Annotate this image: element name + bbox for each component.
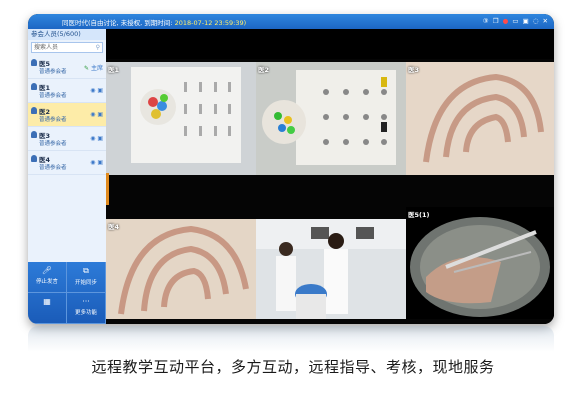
video-label: 医2: [258, 66, 270, 74]
video-frame: [406, 207, 554, 319]
participant-item[interactable]: 医5 普通参会者 ✎ 主席: [28, 55, 106, 79]
stop-speaking-button[interactable]: 🎤︎ 停止发言: [28, 262, 67, 293]
video-label: 医4: [108, 223, 120, 231]
video-frame: [256, 62, 406, 175]
mic-icon: 🎤︎: [41, 266, 53, 275]
help-icon[interactable]: ③: [483, 17, 489, 25]
more-functions-button[interactable]: ··· 更多功能: [67, 293, 106, 324]
reflection: [28, 326, 554, 352]
participant-search-input[interactable]: 搜索人员 ⚲: [31, 42, 103, 53]
participant-count-header: 参会人员(5/600): [28, 29, 106, 40]
start-sync-button[interactable]: ⧉ 开始同步: [67, 262, 106, 293]
window-controls: ③ ❐ ● ▭ ▣ ◌ ✕: [481, 17, 548, 25]
user-avatar-icon: [31, 131, 37, 138]
video-frame: [106, 62, 256, 175]
layout-button[interactable]: ▦: [28, 293, 67, 324]
sidebar-collapse-handle[interactable]: [106, 173, 109, 205]
title-bar: 同医时代(自由讨论, 未授权, 到期时间: 2018-07-12 23:59:3…: [28, 14, 554, 29]
participant-sidebar: 参会人员(5/600) 搜索人员 ⚲ 医5 普通参会者 ✎ 主席 医1 普通参会者…: [28, 29, 106, 324]
toolbar-panel: 🎤︎ 停止发言 ⧉ 开始同步 ▦ ··· 更多功能: [28, 262, 106, 324]
video-label: 医5(1): [408, 211, 430, 219]
stage-top-bar: [106, 29, 554, 59]
status-icons: ✎ 主席: [84, 65, 103, 72]
layout-icon[interactable]: ❐: [493, 17, 499, 25]
video-frame: [256, 219, 406, 319]
video-frame: [106, 219, 256, 319]
participant-item[interactable]: 医3 普通参会者 ◉ ▣: [28, 127, 106, 151]
video-tile[interactable]: 医5(1): [406, 207, 554, 319]
participant-item-selected[interactable]: 医2 普通参会者 ◉ ▣: [28, 103, 106, 127]
mic-camera-icons: ◉ ▣: [90, 135, 103, 142]
window-title: 同医时代(自由讨论, 未授权, 到期时间: 2018-07-12 23:59:3…: [62, 19, 247, 27]
app-window: 同医时代(自由讨论, 未授权, 到期时间: 2018-07-12 23:59:3…: [28, 14, 554, 324]
video-label: 医3: [408, 66, 420, 74]
search-icon: ⚲: [95, 44, 100, 51]
video-frame: [406, 62, 554, 175]
video-label: 医1: [108, 66, 120, 74]
user-avatar-icon: [31, 59, 37, 66]
screen-icon[interactable]: ▭: [512, 17, 518, 25]
video-stage: 医1 医2 医3 医4 医5(1): [106, 29, 554, 324]
mic-camera-icons: ◉ ▣: [90, 87, 103, 94]
video-tile[interactable]: 医3: [406, 62, 554, 175]
participant-item[interactable]: 医1 普通参会者 ◉ ▣: [28, 79, 106, 103]
mic-camera-icons: ◉ ▣: [90, 159, 103, 166]
more-icon: ···: [82, 297, 90, 306]
settings-icon[interactable]: ▣: [523, 17, 529, 25]
mic-camera-icons: ◉ ▣: [90, 111, 103, 118]
user-avatar-icon: [31, 107, 37, 114]
minimize-icon[interactable]: ◌: [533, 17, 539, 25]
grid-icon: ▦: [43, 297, 51, 306]
sync-icon: ⧉: [83, 266, 89, 275]
video-tile[interactable]: 医2: [256, 62, 406, 175]
user-avatar-icon: [31, 155, 37, 162]
close-icon[interactable]: ✕: [543, 17, 548, 25]
user-avatar-icon: [31, 83, 37, 90]
video-tile[interactable]: 医4: [106, 219, 256, 319]
record-icon[interactable]: ●: [503, 17, 509, 25]
participant-item[interactable]: 医4 普通参会者 ◉ ▣: [28, 151, 106, 175]
video-tile[interactable]: 医1: [106, 62, 256, 175]
caption-text: 远程教学互动平台，多方互动，远程指导、考核，现地服务: [91, 358, 495, 376]
video-tile[interactable]: [256, 219, 406, 319]
